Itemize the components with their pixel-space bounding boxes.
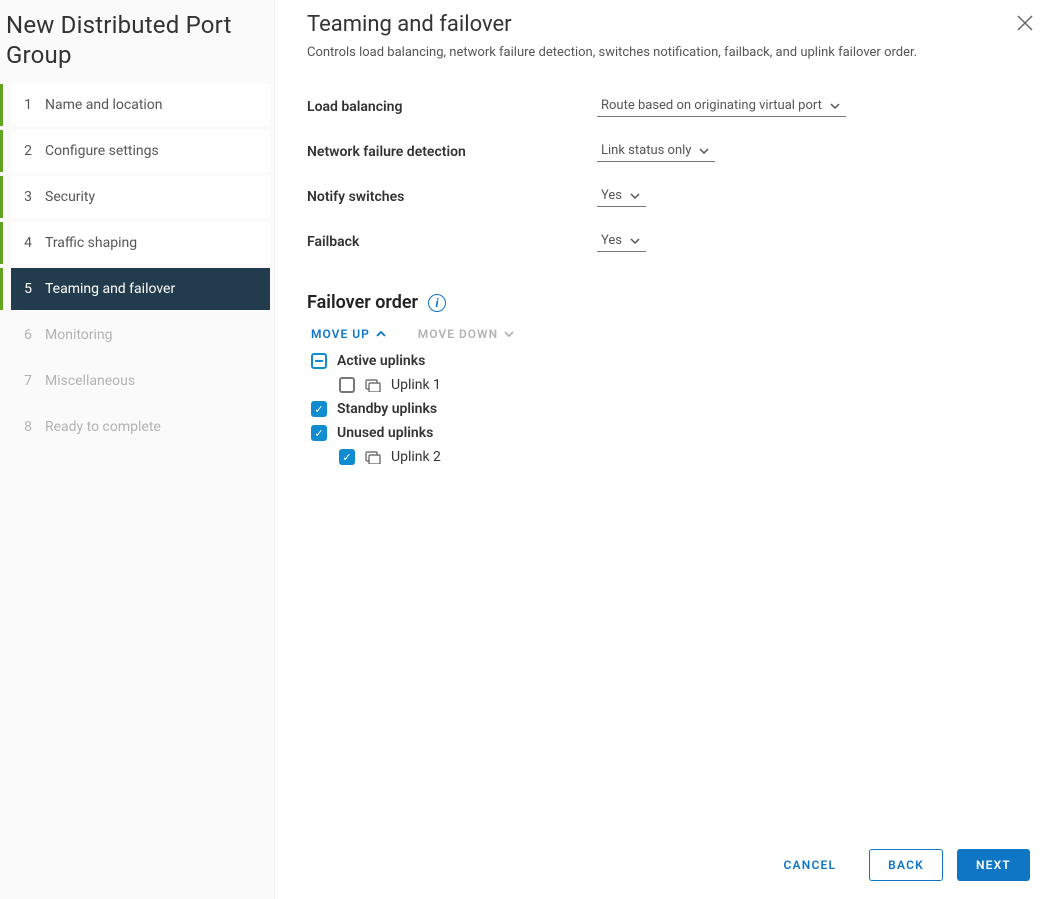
select-network-failure[interactable]: Link status only [597,141,715,162]
step-monitoring: 6Monitoring [11,314,270,356]
label-notify-switches: Notify switches [307,189,597,205]
wizard-footer: CANCEL BACK NEXT [275,831,1052,899]
failover-order-title: Failover order [307,292,418,313]
main-panel: Teaming and failover Controls load balan… [275,0,1052,899]
checkbox-checked-icon[interactable]: ✓ [339,449,355,465]
select-value: Link status only [601,143,691,158]
wizard-title: New Distributed Port Group [0,0,274,84]
chevron-down-icon [699,148,709,154]
move-up-button[interactable]: MOVE UP [311,327,386,341]
failover-tree: Active uplinks Uplink 1 ✓ Standby uplink… [311,349,1020,469]
uplink-row[interactable]: ✓ Uplink 2 [339,445,1020,469]
wizard-sidebar: New Distributed Port Group 1Name and loc… [0,0,275,899]
uplink-name: Uplink 2 [391,449,441,465]
checkbox-checked-icon[interactable]: ✓ [311,401,327,417]
step-ready-to-complete: 8Ready to complete [11,406,270,448]
step-security[interactable]: 3Security [11,176,270,218]
chevron-up-icon [376,331,386,337]
select-failback[interactable]: Yes [597,231,646,252]
checkbox-unchecked-icon[interactable] [339,377,355,393]
chevron-down-icon [504,331,514,337]
chevron-down-icon [630,238,640,244]
step-miscellaneous: 7Miscellaneous [11,360,270,402]
close-icon [1016,14,1034,32]
uplink-icon [365,378,381,392]
uplink-row[interactable]: Uplink 1 [339,373,1020,397]
info-icon[interactable]: i [428,294,446,312]
select-value: Route based on originating virtual port [601,98,822,113]
step-name-and-location[interactable]: 1Name and location [11,84,270,126]
select-notify-switches[interactable]: Yes [597,186,646,207]
uplink-name: Uplink 1 [391,377,441,393]
step-configure-settings[interactable]: 2Configure settings [11,130,270,172]
checkbox-checked-icon[interactable]: ✓ [311,425,327,441]
close-button[interactable] [1016,14,1034,36]
uplink-icon [365,450,381,464]
active-uplinks-group[interactable]: Active uplinks [311,349,1020,373]
chevron-down-icon [630,193,640,199]
page-description: Controls load balancing, network failure… [307,45,1020,60]
step-teaming-and-failover[interactable]: 5Teaming and failover [11,268,270,310]
group-label: Standby uplinks [337,401,437,417]
step-traffic-shaping[interactable]: 4Traffic shaping [11,222,270,264]
label-load-balancing: Load balancing [307,99,597,115]
unused-uplinks-group[interactable]: ✓ Unused uplinks [311,421,1020,445]
label-network-failure: Network failure detection [307,144,597,160]
label-failback: Failback [307,234,597,250]
step-list: 1Name and location 2Configure settings 3… [0,84,274,452]
group-label: Active uplinks [337,353,425,369]
chevron-down-icon [830,103,840,109]
standby-uplinks-group[interactable]: ✓ Standby uplinks [311,397,1020,421]
back-button[interactable]: BACK [869,849,943,881]
select-load-balancing[interactable]: Route based on originating virtual port [597,96,846,117]
cancel-button[interactable]: CANCEL [765,849,856,881]
select-value: Yes [601,188,622,203]
group-label: Unused uplinks [337,425,433,441]
select-value: Yes [601,233,622,248]
next-button[interactable]: NEXT [957,849,1030,881]
page-title: Teaming and failover [307,12,1020,37]
move-down-button: MOVE DOWN [418,327,514,341]
checkbox-indeterminate-icon[interactable] [311,353,327,369]
